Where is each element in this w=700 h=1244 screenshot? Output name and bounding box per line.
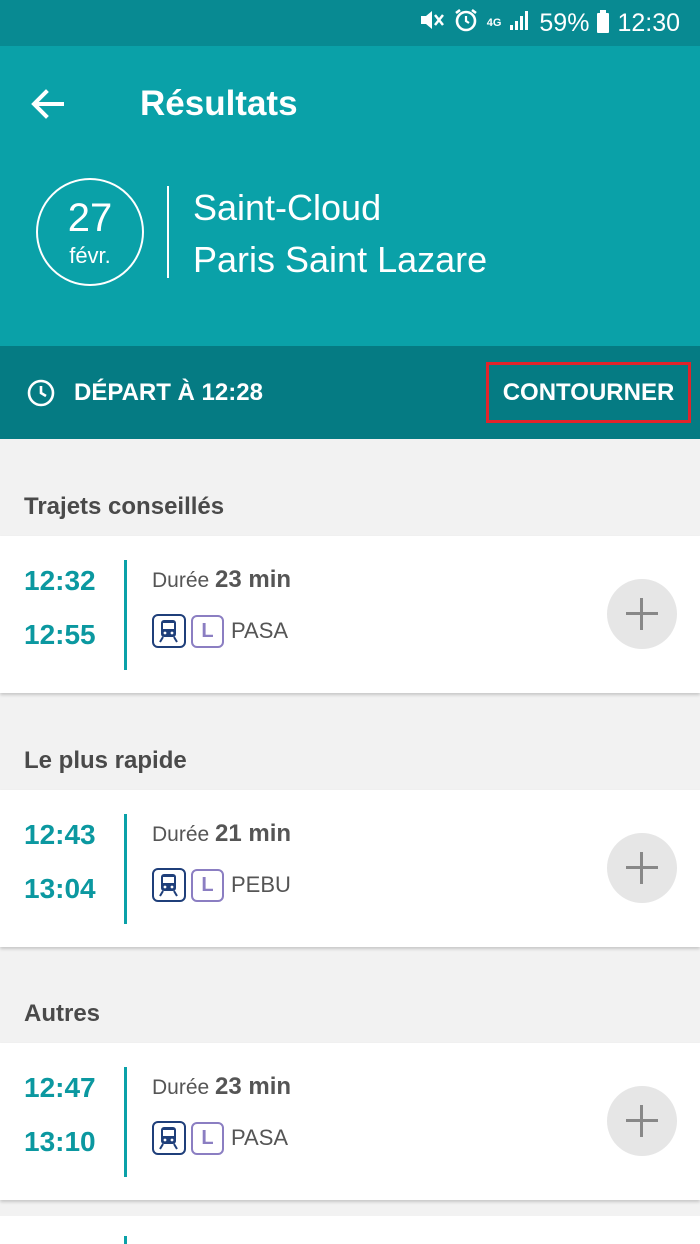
- mission-code: PEBU: [231, 872, 291, 897]
- section-title: Trajets conseillés: [24, 493, 225, 520]
- transport-modes: L PEBU: [152, 868, 291, 902]
- page-title: Résultats: [140, 84, 298, 123]
- back-button[interactable]: [26, 82, 70, 126]
- back-arrow-icon: [31, 89, 64, 119]
- add-icon[interactable]: [607, 833, 677, 903]
- timeline-line: [124, 560, 127, 670]
- train-icon: [152, 1121, 186, 1155]
- journey-card[interactable]: 12:32 12:55 Durée 23 min L PASA: [0, 536, 700, 693]
- date-month: févr.: [69, 243, 111, 268]
- departure-time: 12:32: [24, 565, 96, 596]
- destination-station: Paris Saint Lazare: [193, 239, 488, 280]
- journey-card[interactable]: 12:43 13:04 Durée 21 min L PEBU: [0, 790, 700, 947]
- header-divider: [167, 186, 169, 278]
- add-icon[interactable]: [607, 1086, 677, 1156]
- mute-icon: [419, 8, 445, 39]
- status-time: 12:30: [617, 8, 680, 37]
- duration-label: Durée: [152, 569, 210, 592]
- departure-time: 12:47: [24, 1072, 96, 1103]
- section-title: Le plus rapide: [24, 747, 187, 774]
- signal-icon: [509, 9, 531, 38]
- section-title: Autres: [24, 1000, 101, 1027]
- arrival-time: 13:10: [24, 1126, 96, 1157]
- duration-value: 21 min: [215, 820, 292, 847]
- mission-code: PASA: [231, 1125, 289, 1150]
- duration: Durée 21 min: [152, 818, 291, 851]
- clock-icon: [26, 378, 56, 408]
- bypass-button[interactable]: CONTOURNER: [486, 362, 691, 423]
- duration-value: 23 min: [215, 1073, 292, 1100]
- duration: Durée 23 min: [152, 1071, 291, 1104]
- journey-card-partial[interactable]: [0, 1216, 700, 1244]
- duration: Durée 23 min: [152, 564, 291, 597]
- arrival-time: 13:04: [24, 873, 96, 904]
- battery-icon: [597, 10, 610, 33]
- transport-modes: L PASA: [152, 1121, 288, 1155]
- status-bar: 4G 59% 12:30: [0, 0, 700, 46]
- timeline-line: [124, 814, 127, 924]
- duration-value: 23 min: [215, 566, 292, 593]
- header: Résultats 27 févr. Saint-Cloud Paris Sai…: [0, 46, 700, 346]
- network-type: 4G: [486, 16, 502, 29]
- duration-label: Durée: [152, 1076, 210, 1099]
- alarm-icon: [453, 7, 479, 40]
- mission-code: PASA: [231, 618, 289, 643]
- duration-label: Durée: [152, 823, 210, 846]
- departure-bar: DÉPART À 12:28 CONTOURNER: [0, 346, 700, 439]
- line-badge: L: [191, 614, 224, 648]
- departure-time: 12:43: [24, 819, 96, 850]
- timeline-line: [124, 1236, 127, 1244]
- battery-percent: 59%: [539, 8, 590, 37]
- train-icon: [152, 868, 186, 902]
- line-badge: L: [191, 1121, 224, 1155]
- add-icon[interactable]: [607, 579, 677, 649]
- date-badge: 27 févr.: [36, 178, 144, 286]
- journey-card[interactable]: 12:47 13:10 Durée 23 min L PASA: [0, 1043, 700, 1200]
- departure-time-button[interactable]: DÉPART À 12:28: [74, 378, 263, 408]
- timeline-line: [124, 1067, 127, 1177]
- train-icon: [152, 614, 186, 648]
- arrival-time: 12:55: [24, 619, 96, 650]
- origin-station: Saint-Cloud: [193, 187, 382, 228]
- transport-modes: L PASA: [152, 614, 288, 648]
- line-badge: L: [191, 868, 224, 902]
- date-day: 27: [67, 196, 113, 240]
